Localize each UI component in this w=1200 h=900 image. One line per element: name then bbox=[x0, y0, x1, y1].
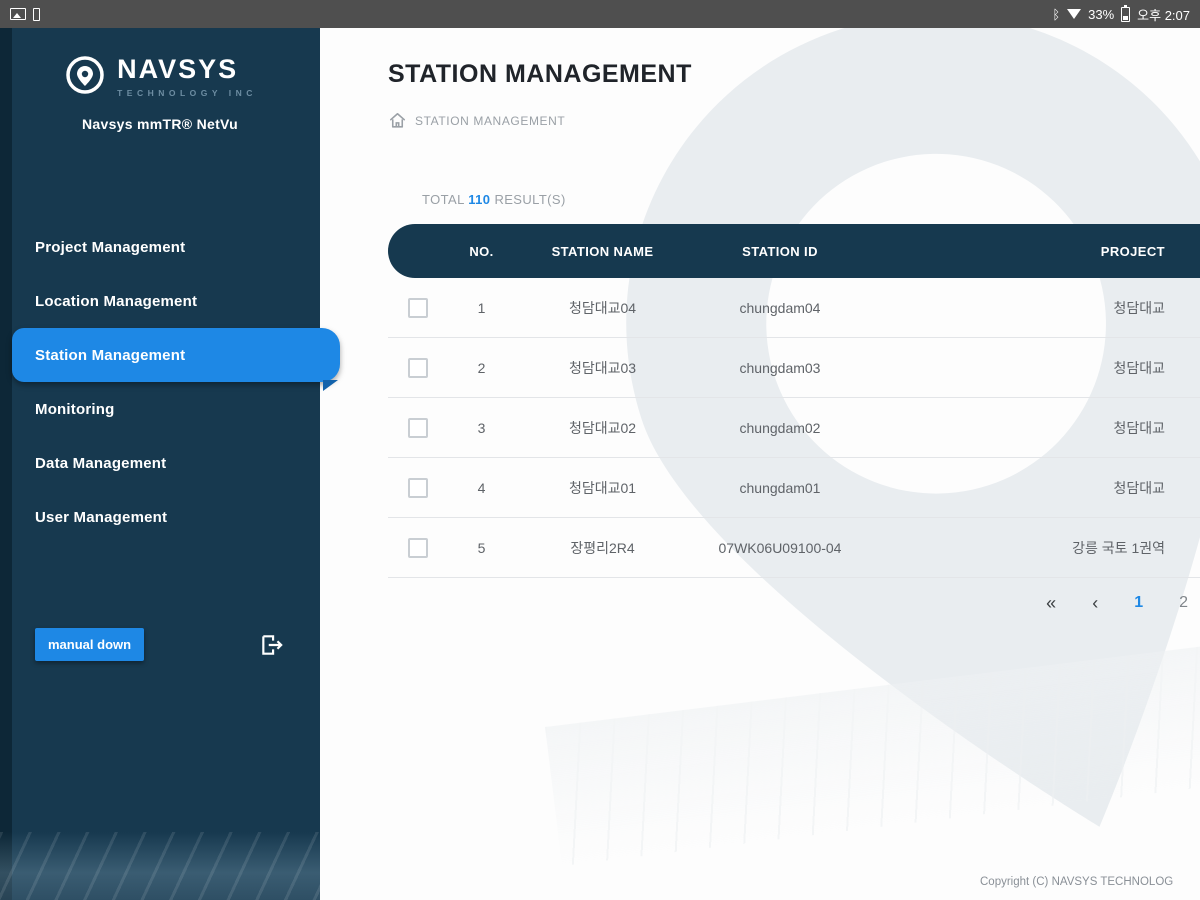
sidebar-item-station-management[interactable]: Station Management bbox=[12, 328, 340, 382]
cell-no: 2 bbox=[448, 360, 515, 376]
row-checkbox[interactable] bbox=[408, 358, 428, 378]
breadcrumb-label: STATION MANAGEMENT bbox=[415, 114, 565, 128]
first-page-button[interactable]: « bbox=[1046, 594, 1056, 612]
total-results: TOTAL 110 RESULT(S) bbox=[422, 192, 1200, 207]
stations-table: NO.STATION NAMESTATION IDPROJECT 1청담대교04… bbox=[388, 224, 1200, 578]
column-header: STATION NAME bbox=[515, 244, 690, 259]
total-label: TOTAL bbox=[422, 192, 464, 207]
cell-station-name: 청담대교03 bbox=[515, 358, 690, 378]
screenshot-icon bbox=[10, 8, 26, 20]
sidebar-item-location-management[interactable]: Location Management bbox=[0, 274, 320, 328]
column-header: PROJECT bbox=[870, 244, 1200, 259]
cell-station-name: 청담대교02 bbox=[515, 418, 690, 438]
cell-station-id: chungdam03 bbox=[690, 360, 870, 376]
logo-block: NAVSYS TECHNOLOGY INC Navsys mmTR® NetVu bbox=[0, 28, 320, 132]
manual-down-button[interactable]: manual down bbox=[35, 628, 144, 661]
row-checkbox[interactable] bbox=[408, 478, 428, 498]
bluetooth-icon: ᛒ bbox=[1052, 8, 1060, 21]
cell-station-id: chungdam01 bbox=[690, 480, 870, 496]
page-button-2[interactable]: 2 bbox=[1179, 594, 1188, 612]
logout-icon[interactable] bbox=[259, 632, 285, 658]
product-name: Navsys mmTR® NetVu bbox=[0, 116, 320, 132]
sidebar-item-label: Location Management bbox=[35, 293, 197, 310]
total-count: 110 bbox=[468, 192, 490, 207]
sidebar-item-label: User Management bbox=[35, 509, 167, 526]
navsys-logo-icon bbox=[63, 54, 107, 98]
sidebar-item-monitoring[interactable]: Monitoring bbox=[0, 382, 320, 436]
pagination-pages: 12 bbox=[1134, 594, 1188, 612]
table-row: 1청담대교04chungdam04청담대교 bbox=[388, 278, 1200, 338]
sidebar: NAVSYS TECHNOLOGY INC Navsys mmTR® NetVu… bbox=[0, 28, 320, 900]
bridge-watermark bbox=[545, 610, 1200, 866]
status-bar: ᛒ 33% 오후 2:07 bbox=[0, 0, 1200, 28]
table-row: 4청담대교01chungdam01청담대교 bbox=[388, 458, 1200, 518]
table-row: 3청담대교02chungdam02청담대교 bbox=[388, 398, 1200, 458]
home-icon bbox=[388, 111, 407, 130]
wifi-icon bbox=[1067, 9, 1081, 19]
sidebar-item-label: Project Management bbox=[35, 239, 185, 256]
sidebar-item-data-management[interactable]: Data Management bbox=[0, 436, 320, 490]
cell-station-id: chungdam04 bbox=[690, 300, 870, 316]
battery-icon bbox=[1121, 7, 1130, 22]
column-header: STATION ID bbox=[690, 244, 870, 259]
cell-project: 강릉 국토 1권역 bbox=[870, 538, 1200, 558]
table-row: 2청담대교03chungdam03청담대교 bbox=[388, 338, 1200, 398]
cell-no: 3 bbox=[448, 420, 515, 436]
copyright-text: Copyright (C) NAVSYS TECHNOLOG bbox=[980, 876, 1173, 888]
cell-project: 청담대교 bbox=[870, 298, 1200, 318]
cell-station-name: 장평리2R4 bbox=[515, 538, 690, 558]
battery-percent: 33% bbox=[1088, 7, 1114, 22]
cell-station-name: 청담대교04 bbox=[515, 298, 690, 318]
cell-project: 청담대교 bbox=[870, 418, 1200, 438]
row-checkbox[interactable] bbox=[408, 538, 428, 558]
sidebar-item-label: Station Management bbox=[35, 347, 185, 364]
sidebar-item-user-management[interactable]: User Management bbox=[0, 490, 320, 544]
cell-no: 5 bbox=[448, 540, 515, 556]
cell-no: 4 bbox=[448, 480, 515, 496]
pagination: « ‹ 12 bbox=[388, 594, 1194, 612]
result-label: RESULT(S) bbox=[494, 192, 565, 207]
main-content: STATION MANAGEMENT STATION MANAGEMENT TO… bbox=[320, 28, 1200, 900]
table-header: NO.STATION NAMESTATION IDPROJECT bbox=[388, 224, 1200, 278]
sidebar-bridge-photo bbox=[0, 832, 320, 900]
table-body: 1청담대교04chungdam04청담대교2청담대교03chungdam03청담… bbox=[388, 278, 1200, 578]
sidebar-menu: Project Management Location Management S… bbox=[0, 220, 320, 544]
page-button-1[interactable]: 1 bbox=[1134, 594, 1143, 612]
cell-project: 청담대교 bbox=[870, 478, 1200, 498]
cell-project: 청담대교 bbox=[870, 358, 1200, 378]
page-title: STATION MANAGEMENT bbox=[388, 60, 1200, 89]
prev-page-button[interactable]: ‹ bbox=[1092, 594, 1098, 612]
row-checkbox[interactable] bbox=[408, 298, 428, 318]
cell-station-id: 07WK06U09100-04 bbox=[690, 540, 870, 556]
cell-no: 1 bbox=[448, 300, 515, 316]
status-time: 오후 2:07 bbox=[1137, 5, 1190, 24]
battery-small-icon bbox=[33, 8, 40, 21]
logo-title: NAVSYS bbox=[117, 56, 257, 83]
row-checkbox[interactable] bbox=[408, 418, 428, 438]
sidebar-item-label: Monitoring bbox=[35, 401, 114, 418]
column-header: NO. bbox=[448, 244, 515, 259]
table-row: 5장평리2R407WK06U09100-04강릉 국토 1권역 bbox=[388, 518, 1200, 578]
cell-station-id: chungdam02 bbox=[690, 420, 870, 436]
sidebar-item-label: Data Management bbox=[35, 455, 166, 472]
logo-subtitle: TECHNOLOGY INC bbox=[117, 88, 257, 98]
cell-station-name: 청담대교01 bbox=[515, 478, 690, 498]
sidebar-item-project-management[interactable]: Project Management bbox=[0, 220, 320, 274]
breadcrumb: STATION MANAGEMENT bbox=[388, 111, 1200, 130]
